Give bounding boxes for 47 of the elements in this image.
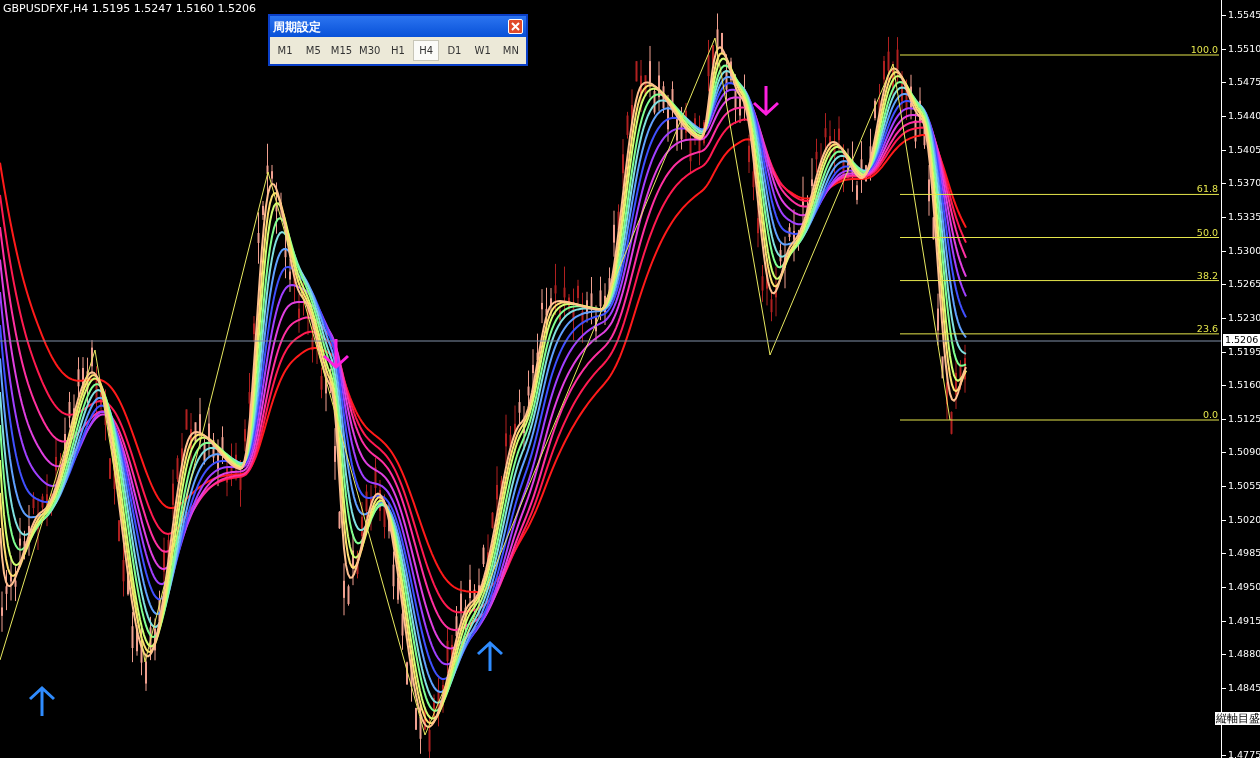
price-tick-label: 1.5440 — [1228, 109, 1260, 122]
period-button[interactable]: M5 — [300, 40, 327, 61]
price-tick-label: 1.5370 — [1228, 177, 1260, 190]
price-tick-label: 1.5300 — [1228, 244, 1260, 257]
down-arrow-icon — [752, 84, 780, 117]
period-button[interactable]: M1 — [272, 40, 299, 61]
price-tick-label: 1.5230 — [1228, 311, 1260, 324]
fib-level-label: 100.0 — [1190, 44, 1218, 55]
dialog-title: 周期設定 — [273, 18, 321, 36]
chart-header: GBPUSDFXF,H4 1.5195 1.5247 1.5160 1.5206 — [3, 1, 257, 17]
price-tick-label: 1.4915 — [1228, 614, 1260, 627]
price-tick-label: 1.4985 — [1228, 547, 1260, 560]
period-button[interactable]: D1 — [441, 40, 468, 61]
price-tick-label: 1.4845 — [1228, 682, 1260, 694]
current-price-label: 1.5206 — [1223, 334, 1260, 346]
close-button[interactable] — [508, 19, 523, 34]
up-arrow-icon — [28, 685, 56, 718]
price-tick-label: 1.4775 — [1228, 749, 1260, 758]
fib-level-label: 23.6 — [1196, 322, 1218, 334]
period-button[interactable]: W1 — [469, 40, 496, 61]
price-tick-label: 1.5475 — [1228, 76, 1260, 89]
fib-level-label: 61.8 — [1196, 183, 1218, 195]
down-arrow-icon — [322, 337, 350, 370]
price-tick-label: 1.5335 — [1228, 210, 1260, 223]
period-button[interactable]: MN — [497, 40, 524, 61]
price-tick-label: 1.5265 — [1228, 278, 1260, 291]
fib-level-label: 38.2 — [1196, 269, 1218, 281]
price-tick-label: 1.4950 — [1228, 581, 1260, 594]
price-tick-label: 1.5090 — [1228, 446, 1260, 459]
price-tick-label: 1.5160 — [1228, 379, 1260, 392]
fib-level-label: 0.0 — [1202, 409, 1218, 420]
period-button[interactable]: M30 — [356, 40, 383, 61]
price-tick-label: 1.5545 — [1228, 9, 1260, 21]
price-tick-label: 1.4880 — [1228, 648, 1260, 661]
axis-caption: 縦軸目盛 — [1215, 712, 1260, 725]
price-tick-label: 1.5055 — [1228, 480, 1260, 493]
price-tick-label: 1.5125 — [1228, 412, 1260, 425]
period-button[interactable]: H4 — [413, 40, 440, 61]
close-icon — [511, 22, 520, 31]
price-tick-label: 1.5405 — [1228, 143, 1260, 156]
period-button[interactable]: H1 — [384, 40, 412, 61]
price-tick-label: 1.5510 — [1228, 42, 1260, 55]
fib-level-label: 50.0 — [1196, 226, 1218, 238]
up-arrow-icon — [476, 640, 504, 673]
period-button[interactable]: M15 — [328, 40, 355, 61]
price-tick-label: 1.5020 — [1228, 513, 1260, 526]
price-tick-label: 1.5195 — [1228, 345, 1260, 358]
